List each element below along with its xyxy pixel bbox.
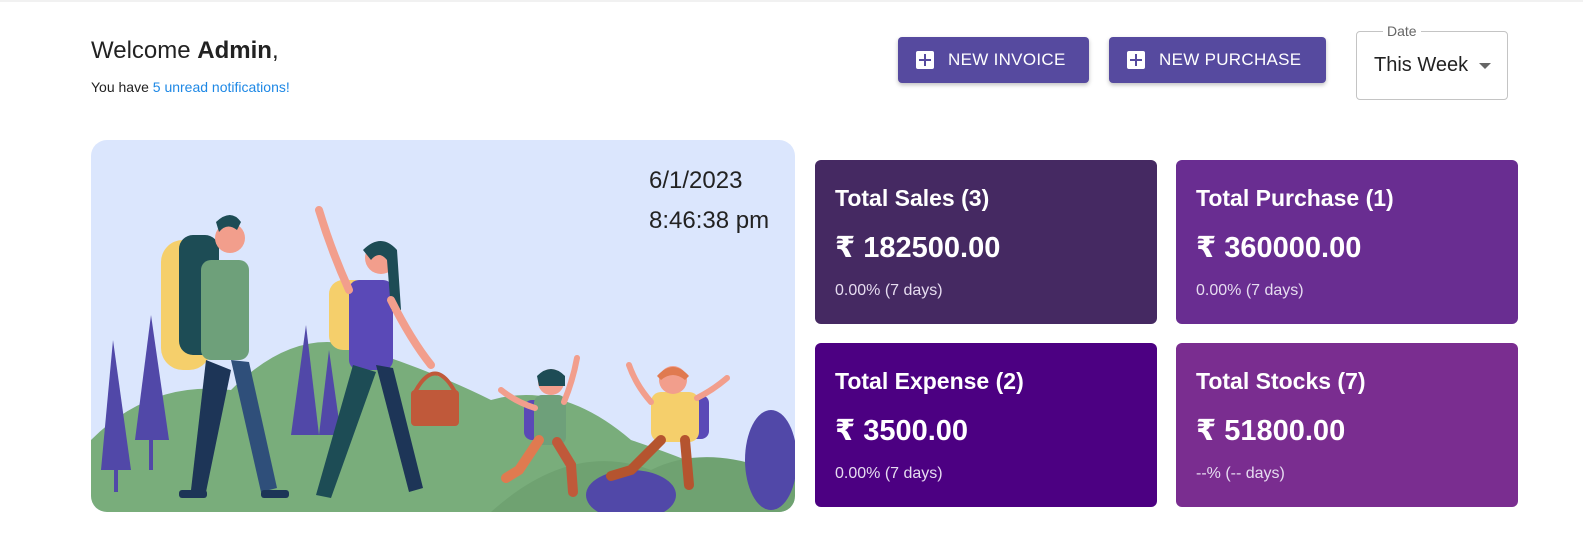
card-value: ₹ 51800.00 <box>1196 415 1346 447</box>
card-title: Total Stocks (7) <box>1196 368 1366 394</box>
plus-box-icon <box>916 51 934 69</box>
card-title: Total Expense (2) <box>835 368 1024 394</box>
card-change: 0.00% (7 days) <box>1196 282 1304 299</box>
new-purchase-button[interactable]: NEW PURCHASE <box>1109 37 1326 83</box>
plus-box-icon <box>1127 51 1145 69</box>
new-invoice-button[interactable]: NEW INVOICE <box>898 37 1089 83</box>
welcome-suffix: , <box>271 37 279 64</box>
date-filter-select[interactable]: Date This Week <box>1356 22 1508 100</box>
card-change: 0.00% (7 days) <box>835 282 943 299</box>
total-expense-card[interactable]: Total Expense (2) ₹ 3500.00 0.00% (7 day… <box>815 343 1157 507</box>
new-purchase-label: NEW PURCHASE <box>1159 50 1302 69</box>
date-filter-label: Date <box>1383 22 1421 40</box>
card-change: --% (-- days) <box>1196 465 1285 482</box>
total-stocks-card[interactable]: Total Stocks (7) ₹ 51800.00 --% (-- days… <box>1176 343 1518 507</box>
welcome-prefix: Welcome <box>91 37 198 64</box>
total-sales-card[interactable]: Total Sales (3) ₹ 182500.00 0.00% (7 day… <box>815 160 1157 324</box>
card-title: Total Sales (3) <box>835 185 990 211</box>
total-purchase-card[interactable]: Total Purchase (1) ₹ 360000.00 0.00% (7 … <box>1176 160 1518 324</box>
top-divider <box>0 0 1583 2</box>
notifications-link[interactable]: 5 unread notifications! <box>153 79 290 95</box>
welcome-heading: Welcome Admin, <box>91 36 290 66</box>
notification-prefix: You have <box>91 79 153 95</box>
caret-down-icon <box>1479 63 1491 69</box>
card-change: 0.00% (7 days) <box>835 465 943 482</box>
notification-line: You have 5 unread notifications! <box>91 78 290 96</box>
card-value: ₹ 3500.00 <box>835 415 969 447</box>
card-value: ₹ 360000.00 <box>1196 232 1362 264</box>
user-name: Admin <box>197 37 272 64</box>
new-invoice-label: NEW INVOICE <box>948 50 1066 69</box>
card-title: Total Purchase (1) <box>1196 185 1394 211</box>
welcome-illustration-card: 6/1/2023 8:46:38 pm <box>91 140 795 512</box>
current-time: 8:46:38 pm <box>649 207 770 234</box>
date-filter-value: This Week <box>1374 54 1469 76</box>
current-date: 6/1/2023 <box>649 167 743 194</box>
card-value: ₹ 182500.00 <box>835 232 1001 264</box>
welcome-block: Welcome Admin, You have 5 unread notific… <box>91 36 290 96</box>
hiking-family-illustration <box>91 206 795 512</box>
